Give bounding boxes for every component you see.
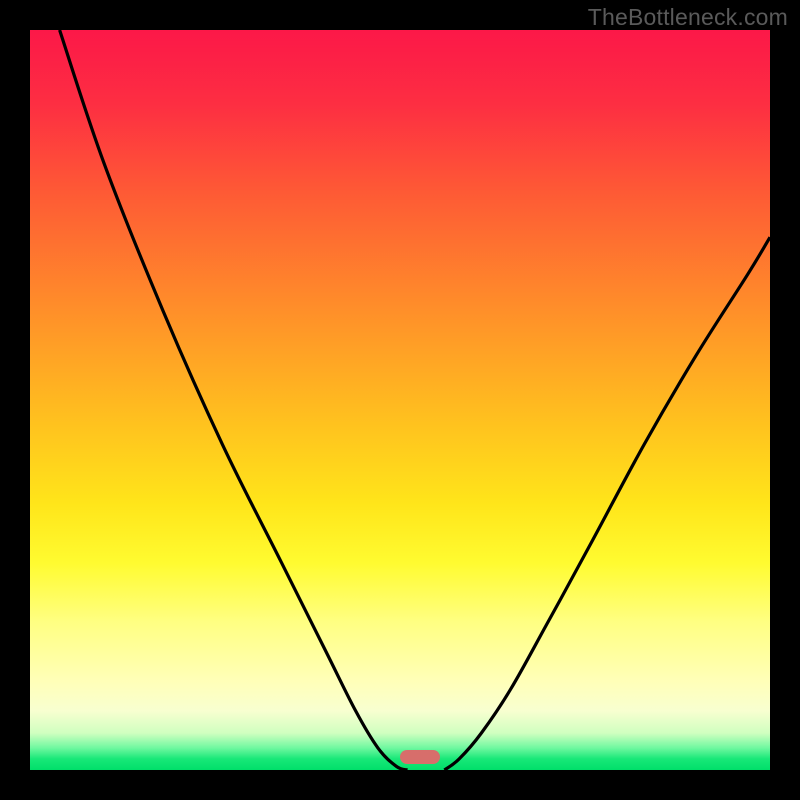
curves-svg: [30, 30, 770, 770]
bottleneck-marker: [400, 750, 440, 764]
left-curve: [60, 30, 408, 770]
plot-area: [30, 30, 770, 770]
watermark-text: TheBottleneck.com: [588, 4, 788, 31]
right-curve: [444, 237, 770, 770]
chart-frame: TheBottleneck.com: [0, 0, 800, 800]
